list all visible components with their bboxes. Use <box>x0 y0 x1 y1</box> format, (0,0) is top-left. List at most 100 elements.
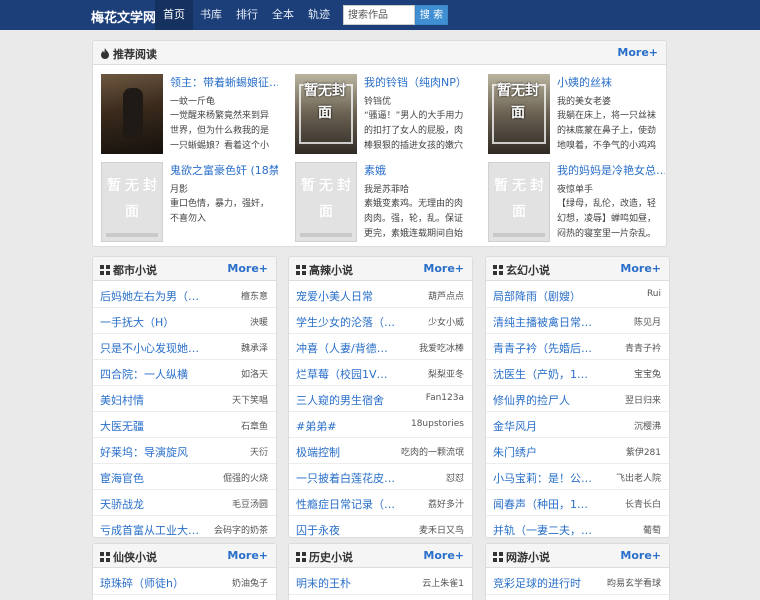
fire-icon <box>100 48 111 62</box>
list-item-title[interactable]: 性瘾症日常记录（… <box>296 496 395 512</box>
book-title-link[interactable]: 我的铃铛（纯肉NP） <box>364 74 472 90</box>
category-more-link[interactable]: More+ <box>227 262 268 275</box>
list-item: 修仙界的捡尸人 翌日归来 <box>486 386 669 412</box>
category-more-link[interactable]: More+ <box>423 549 464 562</box>
list-item-title[interactable]: 三人窥的男生宿舍 <box>296 392 384 408</box>
list-item: 亏成首富从工业大… 会码字的奶茶 <box>93 516 276 537</box>
grid-icon <box>493 552 504 565</box>
list-item: 明末的王朴 云上朱雀1 <box>289 569 472 595</box>
list-item-title[interactable]: 沈医生（产奶，1… <box>493 366 588 382</box>
nav-home[interactable]: 首页 <box>155 0 193 30</box>
list-item: 囚于永夜 麦禾日又鸟 <box>289 516 472 537</box>
list-item-title[interactable]: 四合院：一人纵横 <box>100 366 188 382</box>
list-item-title[interactable]: 宦海官色 <box>100 470 144 486</box>
recommend-more-link[interactable]: More+ <box>617 46 658 59</box>
grid-icon <box>493 265 504 278</box>
list-item-title[interactable]: 冲喜（人妻/背德… <box>296 340 388 356</box>
list-item-title[interactable]: 好莱坞：导演旋风 <box>100 444 188 460</box>
list-item-author: 紫伊281 <box>625 448 661 458</box>
list-item-title[interactable]: 囚于永夜 <box>296 522 340 537</box>
list-item-title[interactable]: 后妈她左右为男（… <box>100 288 199 304</box>
book-title-link[interactable]: 我的妈妈是冷艳女总… <box>557 162 665 178</box>
category-title: 历史小说 <box>296 549 353 565</box>
book-cover-image[interactable] <box>101 74 163 154</box>
list-item: 琼珠碎（师徒h） 奶油兔子 <box>93 569 276 595</box>
site-logo[interactable]: 梅花文学网 <box>91 7 156 26</box>
category-header: 玄幻小说 More+ <box>486 257 669 281</box>
book-title-link[interactable]: 鬼欲之富豪色奸 (18禁… <box>170 162 278 178</box>
list-item-author: 少女小威 <box>427 318 464 328</box>
list-item-title[interactable]: 小马宝莉：是！公… <box>493 470 592 486</box>
list-item-title[interactable]: 宠爱小美人日常 <box>296 288 373 304</box>
category-panel: 仙侠小说 More+ 琼珠碎（师徒h） 奶油兔子 <box>92 543 277 600</box>
list-item-title[interactable]: 明末的王朴 <box>296 575 351 591</box>
featured-book[interactable]: 领主：带着蜥蜴娘征… 一蚊一斤龟 一觉醒来杨繁竟然来到异世界，但为什么救我的是一只蜥… <box>95 72 281 154</box>
book-author: 月影 <box>170 185 189 195</box>
nav-history[interactable]: 轨迹 <box>301 0 337 30</box>
list-item: 宦海官色 倔强的火烧 <box>93 464 276 490</box>
list-item-author: 梨梨亚冬 <box>427 370 464 380</box>
category-title: 高辣小说 <box>296 262 353 278</box>
category-title-text: 高辣小说 <box>309 264 353 277</box>
list-item-title[interactable]: 琼珠碎（师徒h） <box>100 575 184 591</box>
book-cover-image[interactable]: 暂无封面 <box>488 74 550 154</box>
book-title-link[interactable]: 领主：带着蜥蜴娘征… <box>170 74 278 90</box>
list-item-title[interactable]: 极端控制 <box>296 444 340 460</box>
list-item-title[interactable]: 天骄战龙 <box>100 496 144 512</box>
category-title-text: 网游小说 <box>506 551 550 564</box>
list-item-title[interactable]: 朱门绣户 <box>493 444 537 460</box>
nav-ranking[interactable]: 排行 <box>229 0 265 30</box>
list-item-title[interactable]: 美妇村情 <box>100 392 144 408</box>
cover-placeholder-text: 暂无封面 <box>494 178 548 220</box>
list-item: 只是不小心发现她… 魏承泽 <box>93 334 276 360</box>
list-item-title[interactable]: 闻春声（种田，1… <box>493 496 588 512</box>
list-item-title[interactable]: 并轨（一妻二夫，… <box>493 522 592 537</box>
category-more-link[interactable]: More+ <box>620 262 661 275</box>
book-cover-placeholder[interactable]: 暂无封面 <box>488 162 550 242</box>
list-item-title[interactable]: #弟弟# <box>296 418 336 434</box>
list-item-title[interactable]: 一手抚大（H） <box>100 314 174 330</box>
book-cover-placeholder[interactable]: 暂无封面 <box>295 162 357 242</box>
featured-book[interactable]: 暂无封面 素娥 我是苏菲哈 素娥变素鸡。无理由的肉肉肉。强，轮，乱。保证更完，素娥连载… <box>289 160 475 242</box>
category-header: 都市小说 More+ <box>93 257 276 281</box>
list-item: 小马宝莉：是！公… 飞出老人院 <box>486 464 669 490</box>
list-item-title[interactable]: 亏成首富从工业大… <box>100 522 199 537</box>
list-item-author: 奶油兔子 <box>231 579 268 589</box>
list-item-title[interactable]: 烂草莓（校园1V… <box>296 366 388 382</box>
book-title-link[interactable]: 素娥 <box>364 162 472 178</box>
list-item: 闻春声（种田，1… 长青长白 <box>486 490 669 516</box>
featured-book[interactable]: 暂无封面 小姨的丝袜 我的美女老婆 我躺在床上，将一只丝袜的袜底蒙在鼻子上，使劲地嗅着… <box>482 72 668 154</box>
nav-library[interactable]: 书库 <box>193 0 229 30</box>
category-more-link[interactable]: More+ <box>227 549 268 562</box>
list-item-title[interactable]: 局部降雨（剧嫂） <box>493 288 581 304</box>
list-item-title[interactable]: 学生少女的沦落（… <box>296 314 395 330</box>
grid-icon <box>100 552 111 565</box>
list-item-author: 长青长白 <box>624 500 661 510</box>
featured-book[interactable]: 暂无封面 我的妈妈是冷艳女总… 夜惊单手 【绿母，乱伦，改造，轻幻想，凌辱】蝉鸣如昼，… <box>482 160 668 242</box>
list-item-author: 魏承泽 <box>240 344 268 354</box>
featured-book[interactable]: 暂无封面 我的铃铛（纯肉NP） 铃铛优 “骚逼！”男人的大手用力的扣打了女人的屁股，肉… <box>289 72 475 154</box>
book-description: 一觉醒来杨繁竟然来到异世界，但为什么救我的是一只蜥蜴娘？看着这个小小图书管 <box>170 111 270 151</box>
book-title-link[interactable]: 小姨的丝袜 <box>557 74 665 90</box>
list-item-title[interactable]: 清纯主播被禽日常… <box>493 314 592 330</box>
list-item-title[interactable]: 一只披着白莲花皮… <box>296 470 395 486</box>
category-more-link[interactable]: More+ <box>620 549 661 562</box>
book-cover-placeholder[interactable]: 暂无封面 <box>101 162 163 242</box>
list-item-title[interactable]: 青青子衿（先婚后… <box>493 340 592 356</box>
list-item-title[interactable]: 修仙界的捡尸人 <box>493 392 570 408</box>
list-item-title[interactable]: 只是不小心发现她… <box>100 340 199 356</box>
list-item-author: Rui <box>646 289 661 299</box>
search-input[interactable] <box>343 5 415 25</box>
category-title: 都市小说 <box>100 262 157 278</box>
search-button[interactable]: 搜 索 <box>415 5 448 25</box>
nav-completed[interactable]: 全本 <box>265 0 301 30</box>
book-description: 重口色情，暴力，强奸，不喜勿入 <box>170 199 270 224</box>
category-more-link[interactable]: More+ <box>423 262 464 275</box>
list-item-title[interactable]: 大医无疆 <box>100 418 144 434</box>
list-item-title[interactable]: 金华风月 <box>493 418 537 434</box>
book-cover-image[interactable]: 暂无封面 <box>295 74 357 154</box>
list-item-author: 18upstories <box>410 419 464 429</box>
list-item-title[interactable]: 竞彩足球的进行时 <box>493 575 581 591</box>
cover-placeholder-bar <box>300 233 352 237</box>
featured-book[interactable]: 暂无封面鬼欲之富豪色奸 (18禁… 月影重口色情，暴力，强奸，不喜勿入 <box>95 160 281 242</box>
